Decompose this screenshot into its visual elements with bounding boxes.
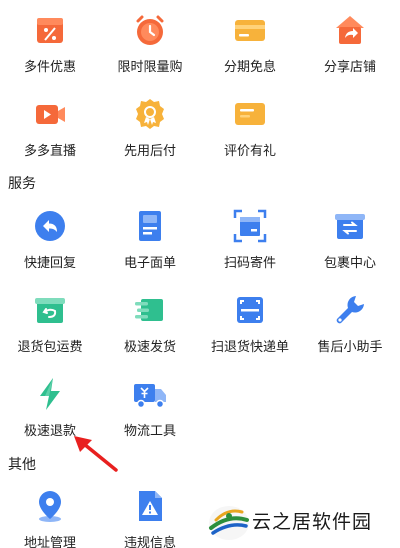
tile-multi-item-discount[interactable]: 多件优惠 — [0, 6, 100, 90]
tile-label: 快捷回复 — [23, 256, 76, 271]
tile-label: 扫退货快递单 — [210, 340, 289, 355]
alarm-clock-icon — [132, 12, 168, 48]
tile-label: 包裹中心 — [323, 256, 376, 271]
tile-violation-info[interactable]: 违规信息 — [100, 482, 200, 548]
scan-package-icon — [232, 208, 268, 244]
tile-share-store[interactable]: 分享店铺 — [300, 6, 400, 90]
credit-card-icon — [232, 12, 268, 48]
warning-document-icon — [132, 488, 168, 524]
percent-tag-icon — [32, 12, 68, 48]
tile-label: 电子面单 — [123, 256, 176, 271]
tile-label: 限时限量购 — [117, 60, 183, 75]
watermark-logo-icon — [209, 506, 249, 540]
tile-label: 极速发货 — [123, 340, 176, 355]
share-store-icon — [332, 12, 368, 48]
promo-row-1: 多件优惠 限时限量购 分期免息 分享店铺 — [0, 6, 400, 90]
annotation-arrow — [74, 436, 118, 472]
tile-fast-delivery[interactable]: 极速发货 — [100, 286, 200, 370]
tile-pay-later[interactable]: 先用后付 — [100, 90, 200, 174]
tile-scan-to-ship[interactable]: 扫码寄件 — [200, 202, 300, 286]
tile-label: 先用后付 — [123, 144, 176, 159]
section-title-services: 服务 — [8, 176, 36, 192]
tile-address-management[interactable]: 地址管理 — [0, 482, 100, 548]
section-title-other: 其他 — [8, 457, 36, 473]
tile-label: 退货包运费 — [17, 340, 83, 355]
fast-delivery-icon — [132, 292, 168, 328]
e-waybill-icon — [132, 208, 168, 244]
tile-label: 评价有礼 — [223, 144, 276, 159]
tile-after-sales-assistant[interactable]: 售后小助手 — [300, 286, 400, 370]
services-row-3: 极速退款 物流工具 — [0, 370, 400, 454]
tile-label: 分期免息 — [223, 60, 276, 75]
review-card-icon — [232, 96, 268, 132]
tile-label: 地址管理 — [23, 536, 76, 548]
scan-return-icon — [232, 292, 268, 328]
tile-label: 售后小助手 — [317, 340, 383, 355]
tile-label: 违规信息 — [123, 536, 176, 548]
quick-reply-icon — [32, 208, 68, 244]
return-shipping-icon — [32, 292, 68, 328]
tile-review-reward[interactable]: 评价有礼 — [200, 90, 300, 174]
tile-installment-free[interactable]: 分期免息 — [200, 6, 300, 90]
tile-label: 多件优惠 — [23, 60, 76, 75]
promo-row-2: 多多直播 先用后付 评价有礼 — [0, 90, 400, 174]
tile-scan-return-waybill[interactable]: 扫退货快递单 — [200, 286, 300, 370]
tile-e-waybill[interactable]: 电子面单 — [100, 202, 200, 286]
tile-quick-reply[interactable]: 快捷回复 — [0, 202, 100, 286]
parcel-center-icon — [332, 208, 368, 244]
tile-label: 分享店铺 — [323, 60, 376, 75]
services-row-2: 退货包运费 极速发货 扫退货快递单 售后小助手 — [0, 286, 400, 370]
logistics-truck-icon — [132, 376, 168, 412]
watermark-text: 云之居软件园 — [252, 511, 373, 533]
tile-return-shipping[interactable]: 退货包运费 — [0, 286, 100, 370]
services-row-1: 快捷回复 电子面单 扫码寄件 包裹中心 — [0, 202, 400, 286]
lightning-icon — [32, 376, 68, 412]
tile-label: 扫码寄件 — [223, 256, 276, 271]
location-pin-icon — [32, 488, 68, 524]
tile-label: 多多直播 — [23, 144, 76, 159]
badge-check-icon — [132, 96, 168, 132]
tile-live-stream[interactable]: 多多直播 — [0, 90, 100, 174]
wrench-icon — [332, 292, 368, 328]
tile-parcel-center[interactable]: 包裹中心 — [300, 202, 400, 286]
tile-limited-time-sale[interactable]: 限时限量购 — [100, 6, 200, 90]
watermark: 云之居软件园 — [206, 498, 400, 548]
video-camera-icon — [32, 96, 68, 132]
